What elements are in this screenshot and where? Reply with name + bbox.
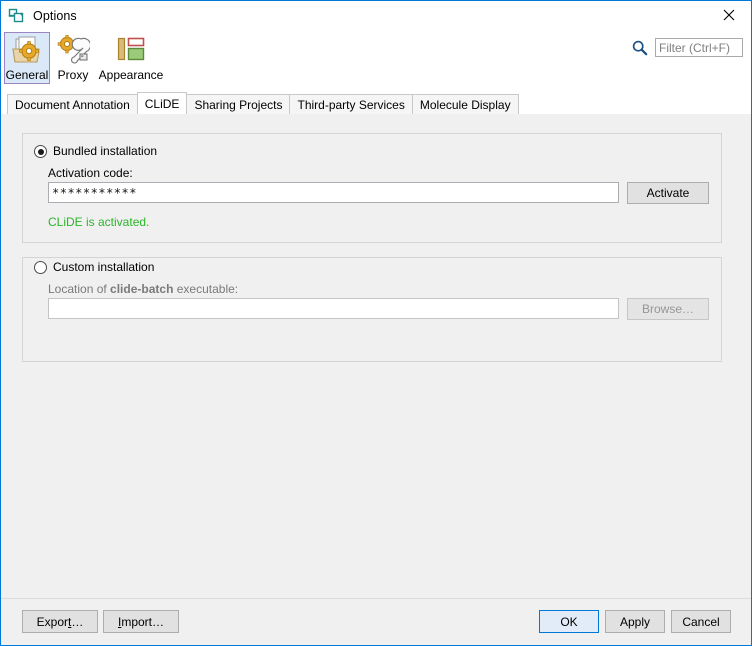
clide-batch-location-input[interactable] <box>48 298 619 319</box>
apply-button[interactable]: Apply <box>605 610 665 633</box>
location-label-executable: clide-batch <box>110 282 173 296</box>
activation-code-label: Activation code: <box>48 166 133 180</box>
location-label-prefix: Location of <box>48 282 110 296</box>
radio-indicator-bundled <box>34 145 47 158</box>
tab-sharing-projects[interactable]: Sharing Projects <box>186 94 290 114</box>
tab-document-annotation[interactable]: Document Annotation <box>7 94 138 114</box>
category-toolbar: General <box>1 30 751 92</box>
import-button[interactable]: Import… <box>103 610 179 633</box>
custom-installation-radio[interactable]: Custom installation <box>34 261 154 274</box>
tab-molecule-display[interactable]: Molecule Display <box>412 94 519 114</box>
clide-settings-page: Bundled installation Activation code: Ac… <box>1 113 751 598</box>
toolbar-label-appearance: Appearance <box>99 68 164 82</box>
bundled-installation-label: Bundled installation <box>53 145 157 158</box>
ok-button[interactable]: OK <box>539 610 599 633</box>
toolbar-item-appearance[interactable]: Appearance <box>96 32 166 84</box>
export-button[interactable]: Export… <box>22 610 98 633</box>
tab-third-party-services[interactable]: Third-party Services <box>289 94 412 114</box>
close-icon[interactable] <box>706 1 751 29</box>
custom-installation-label: Custom installation <box>53 261 154 274</box>
options-windows-icon <box>8 7 26 25</box>
general-folder-gear-icon <box>10 35 44 67</box>
activation-code-input[interactable] <box>48 182 619 203</box>
tab-bar: Document Annotation CLiDE Sharing Projec… <box>1 92 751 114</box>
browse-button[interactable]: Browse… <box>627 298 709 320</box>
options-dialog: Options <box>0 0 752 646</box>
toolbar-label-proxy: Proxy <box>58 68 89 82</box>
filter-area <box>631 38 743 57</box>
import-label-post: mport… <box>121 615 164 629</box>
export-label-pre: Expor <box>37 615 68 629</box>
clide-batch-location-label: Location of clide-batch executable: <box>48 282 238 296</box>
export-label-post: … <box>71 615 83 629</box>
appearance-layout-icon <box>114 35 148 67</box>
toolbar-item-general[interactable]: General <box>4 32 50 84</box>
tab-clide[interactable]: CLiDE <box>137 92 188 114</box>
search-icon <box>631 39 649 57</box>
bundled-installation-radio[interactable]: Bundled installation <box>34 145 157 158</box>
dialog-footer: Export… Import… OK Apply Cancel <box>1 598 751 645</box>
toolbar-label-general: General <box>6 68 49 82</box>
cancel-button[interactable]: Cancel <box>671 610 731 633</box>
toolbar-item-proxy[interactable]: Proxy <box>50 32 96 84</box>
window-title: Options <box>33 9 77 23</box>
activate-button[interactable]: Activate <box>627 182 709 204</box>
activation-status-text: CLiDE is activated. <box>48 215 149 229</box>
title-bar: Options <box>1 1 751 30</box>
filter-input[interactable] <box>655 38 743 57</box>
proxy-gear-wrench-icon <box>56 35 90 67</box>
location-label-suffix: executable: <box>173 282 238 296</box>
radio-indicator-custom <box>34 261 47 274</box>
